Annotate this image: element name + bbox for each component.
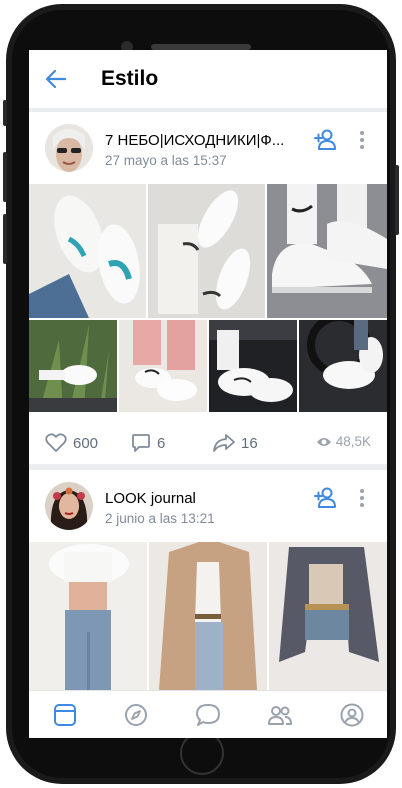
discover-icon[interactable]	[123, 702, 149, 728]
add-friend-icon[interactable]	[313, 487, 339, 509]
eye-icon	[316, 437, 331, 446]
top-bar: Estilo	[29, 50, 387, 108]
power-button	[395, 165, 399, 235]
share-count: 16	[241, 434, 258, 452]
more-icon[interactable]	[359, 488, 365, 508]
share-button[interactable]: 16	[213, 432, 258, 454]
app-screen: Estilo 7 НЕБО|ИСХОДНИКИ|Ф... 27 mayo a l…	[29, 50, 387, 738]
friends-icon[interactable]	[267, 702, 293, 728]
heart-icon	[45, 433, 67, 452]
post-photo[interactable]	[267, 184, 387, 318]
post-author[interactable]: LOOK journal	[105, 490, 196, 507]
like-button[interactable]: 600	[45, 432, 98, 454]
volume-up-button	[3, 152, 7, 202]
post-photo[interactable]	[29, 542, 147, 690]
newsfeed-icon[interactable]	[52, 702, 78, 728]
post-photo[interactable]	[299, 320, 387, 412]
volume-down-button	[3, 214, 7, 264]
comment-icon	[132, 434, 150, 452]
post-photo[interactable]	[269, 542, 387, 690]
avatar[interactable]	[45, 482, 93, 530]
post-card: 7 НЕБО|ИСХОДНИКИ|Ф... 27 mayo a las 15:3…	[29, 112, 387, 464]
back-arrow-icon[interactable]	[45, 68, 67, 90]
mute-switch	[3, 100, 7, 126]
post-actions: 600 6 16 48,5K	[29, 424, 387, 464]
view-count: 48,5K	[316, 434, 371, 449]
bottom-tab-bar	[29, 690, 387, 738]
post-card: LOOK journal 2 junio a las 13:21	[29, 470, 387, 690]
comment-count: 6	[157, 434, 166, 452]
profile-icon[interactable]	[339, 702, 365, 728]
views-value: 48,5K	[335, 434, 371, 449]
post-author[interactable]: 7 НЕБО|ИСХОДНИКИ|Ф...	[105, 132, 284, 149]
post-date: 27 mayo a las 15:37	[105, 153, 227, 168]
avatar[interactable]	[45, 124, 93, 172]
share-icon	[213, 434, 235, 452]
like-count: 600	[73, 434, 99, 452]
page-title: Estilo	[101, 67, 159, 90]
post-photo[interactable]	[148, 184, 265, 318]
more-icon[interactable]	[359, 130, 365, 150]
post-photo[interactable]	[29, 320, 117, 412]
post-photo[interactable]	[149, 542, 267, 690]
post-date: 2 junio a las 13:21	[105, 511, 215, 526]
post-photo[interactable]	[209, 320, 297, 412]
add-friend-icon[interactable]	[313, 129, 339, 151]
post-photo[interactable]	[29, 184, 146, 318]
post-photo[interactable]	[119, 320, 207, 412]
comment-button[interactable]: 6	[131, 432, 165, 454]
messages-icon[interactable]	[195, 702, 221, 728]
